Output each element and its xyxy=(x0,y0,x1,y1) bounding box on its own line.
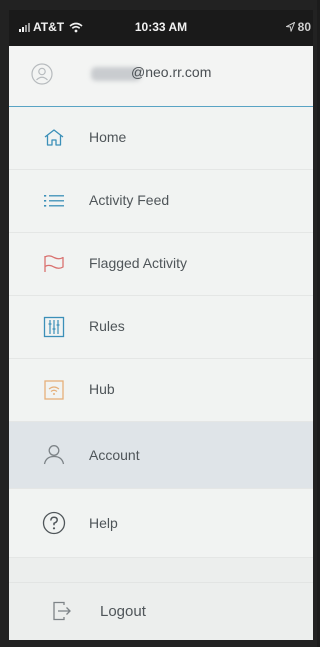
menu-item-activity-feed[interactable]: Activity Feed xyxy=(9,170,313,233)
status-bar: AT&T 10:33 AM 80 xyxy=(9,10,313,46)
menu-item-hub[interactable]: Hub xyxy=(9,359,313,422)
flag-icon xyxy=(44,255,64,272)
battery-percent: 80 xyxy=(297,20,311,34)
menu-item-help[interactable]: Help xyxy=(9,489,313,558)
user-icon xyxy=(43,445,65,465)
avatar-icon xyxy=(31,63,53,85)
logout-icon xyxy=(53,601,71,621)
status-right: 80 xyxy=(285,20,311,34)
menu-item-rules[interactable]: Rules xyxy=(9,296,313,359)
menu-item-flagged-activity[interactable]: Flagged Activity xyxy=(9,233,313,296)
screen: AT&T 10:33 AM 80 @neo.rr.com Home Activi… xyxy=(9,10,313,640)
menu-item-home[interactable]: Home xyxy=(9,107,313,170)
location-arrow-icon xyxy=(285,22,295,32)
menu-item-logout[interactable]: Logout xyxy=(9,582,313,640)
menu-label-account: Account xyxy=(89,447,140,463)
menu-label-activity-feed: Activity Feed xyxy=(89,192,170,208)
hub-wifi-icon xyxy=(44,380,64,400)
menu-label-help: Help xyxy=(89,515,118,531)
menu-item-account[interactable]: Account xyxy=(9,422,313,489)
user-email: @neo.rr.com xyxy=(131,64,212,80)
menu-label-logout: Logout xyxy=(100,603,146,620)
menu-label-home: Home xyxy=(89,129,127,145)
phone-frame: AT&T 10:33 AM 80 @neo.rr.com Home Activi… xyxy=(0,0,317,647)
user-header: @neo.rr.com xyxy=(9,46,313,107)
menu-label-rules: Rules xyxy=(89,318,125,334)
menu-label-hub: Hub xyxy=(89,381,115,397)
help-icon xyxy=(42,511,66,535)
sliders-icon xyxy=(43,316,65,338)
status-time: 10:33 AM xyxy=(134,20,188,34)
home-icon xyxy=(44,129,64,146)
list-icon xyxy=(44,195,64,207)
menu-label-flagged-activity: Flagged Activity xyxy=(89,255,188,271)
